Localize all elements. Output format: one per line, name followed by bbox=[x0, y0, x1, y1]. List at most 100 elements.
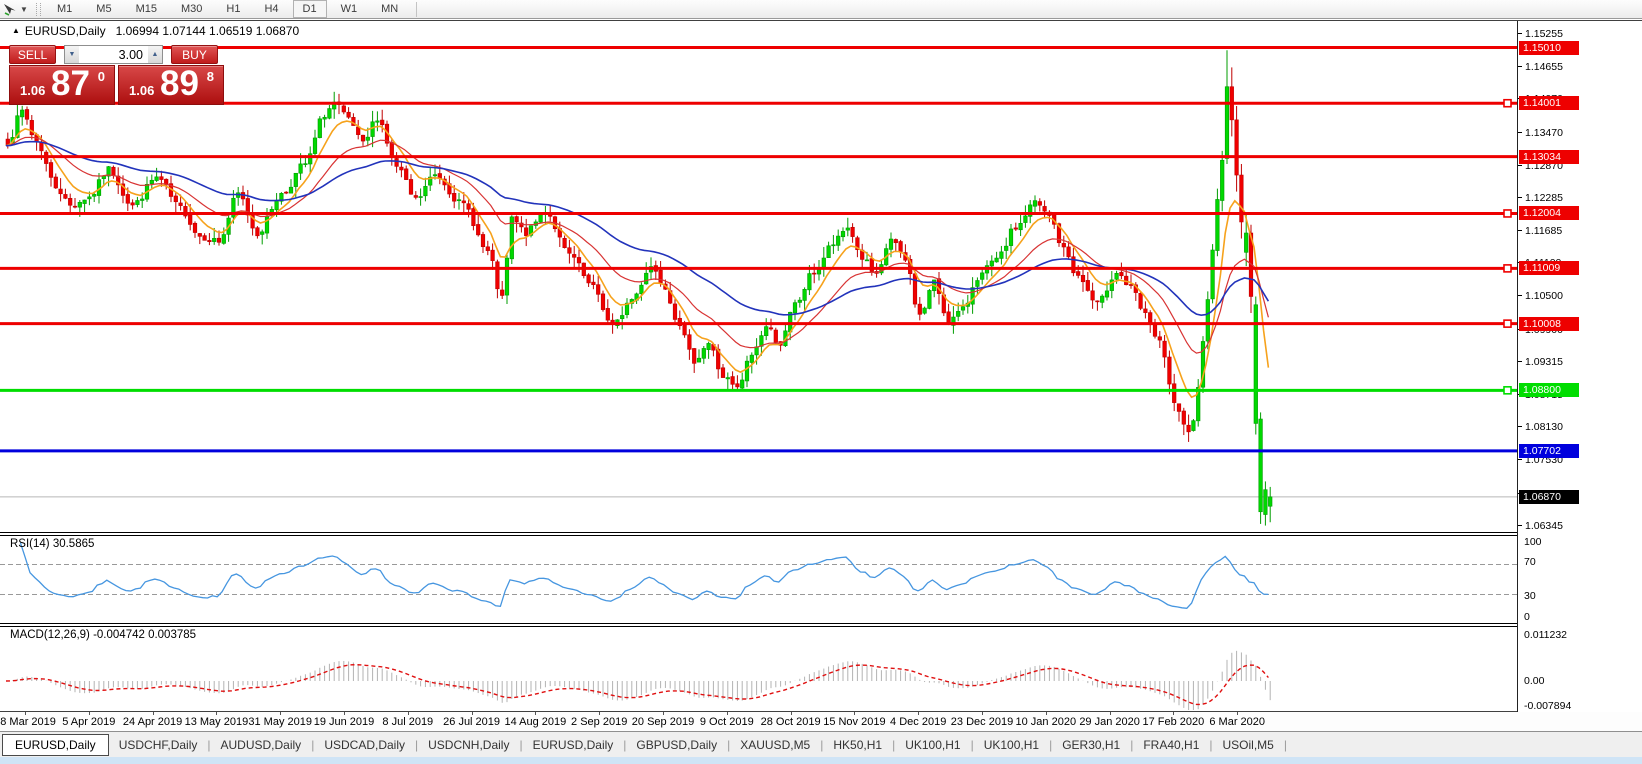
chevron-down-icon[interactable]: ▼ bbox=[18, 5, 30, 14]
sell-price-sup: 0 bbox=[98, 69, 105, 84]
volume-stepper: ▼ ▲ bbox=[64, 45, 163, 64]
tab-uk100-h1[interactable]: UK100,H1 bbox=[974, 735, 1049, 755]
chart-window[interactable]: ▲EURUSD,Daily1.06994 1.07144 1.06519 1.0… bbox=[0, 20, 1642, 712]
date-label: 28 Oct 2019 bbox=[761, 716, 821, 728]
chart-ohlc-values: 1.06994 1.07144 1.06519 1.06870 bbox=[116, 24, 300, 38]
rsi-indicator-plot[interactable] bbox=[0, 536, 1517, 623]
date-tick bbox=[982, 712, 983, 715]
price-level-label: 1.12004 bbox=[1519, 206, 1579, 220]
date-label: 17 Feb 2020 bbox=[1143, 716, 1205, 728]
date-label: 23 Dec 2019 bbox=[951, 716, 1013, 728]
date-tick bbox=[1046, 712, 1047, 715]
timeframe-button-m1[interactable]: M1 bbox=[47, 0, 82, 18]
macd-label: MACD(12,26,9) -0.004742 0.003785 bbox=[10, 629, 196, 641]
rsi-scale-label: 30 bbox=[1524, 590, 1536, 602]
date-tick bbox=[854, 712, 855, 715]
rsi-scale-label: 0 bbox=[1524, 611, 1530, 623]
toolbar-grip bbox=[36, 3, 41, 16]
tab-eurusd-daily[interactable]: EURUSD,Daily bbox=[523, 735, 624, 755]
collapse-icon[interactable]: ▲ bbox=[12, 26, 20, 35]
macd-scale-label: 0.00 bbox=[1524, 675, 1544, 687]
tab-separator: | bbox=[1284, 738, 1287, 752]
price-level-label: 1.08800 bbox=[1519, 383, 1579, 397]
tab-fra40-h1[interactable]: FRA40,H1 bbox=[1133, 735, 1209, 755]
price-axis-tick: 1.12285 bbox=[1518, 192, 1563, 204]
date-label: 14 Aug 2019 bbox=[504, 716, 566, 728]
sell-price-button[interactable]: 1.06 87 0 bbox=[9, 65, 115, 105]
timeframe-button-d1[interactable]: D1 bbox=[293, 0, 327, 18]
chart-tabs-bar: EURUSD,DailyUSDCHF,Daily|AUDUSD,Daily|US… bbox=[0, 731, 1642, 757]
buy-button[interactable]: BUY bbox=[171, 45, 218, 64]
tab-uk100-h1[interactable]: UK100,H1 bbox=[895, 735, 970, 755]
date-tick bbox=[472, 712, 473, 715]
tab-usdchf-daily[interactable]: USDCHF,Daily bbox=[109, 735, 208, 755]
tab-eurusd-daily[interactable]: EURUSD,Daily bbox=[2, 734, 109, 756]
date-label: 8 Jul 2019 bbox=[382, 716, 433, 728]
price-axis-tick: 1.08130 bbox=[1518, 421, 1563, 433]
toolbar: ▼ M1M5 M15M30H1H4 D1W1MN bbox=[0, 0, 1642, 19]
date-tick bbox=[25, 712, 26, 715]
date-label: 10 Jan 2020 bbox=[1016, 716, 1077, 728]
timeframe-button-m30[interactable]: M30 bbox=[171, 0, 212, 18]
tab-usdcnh-daily[interactable]: USDCNH,Daily bbox=[418, 735, 519, 755]
rsi-scale-label: 100 bbox=[1524, 536, 1542, 548]
timeframe-button-h4[interactable]: H4 bbox=[254, 0, 288, 18]
date-tick bbox=[918, 712, 919, 715]
tab-ger30-h1[interactable]: GER30,H1 bbox=[1052, 735, 1130, 755]
price-axis-tick: 1.09315 bbox=[1518, 356, 1563, 368]
date-label: 26 Jul 2019 bbox=[443, 716, 500, 728]
price-axis-tick: 1.06345 bbox=[1518, 520, 1563, 532]
date-label: 24 Apr 2019 bbox=[123, 716, 182, 728]
price-level-label: 1.10008 bbox=[1519, 317, 1579, 331]
date-tick bbox=[153, 712, 154, 715]
bottom-strip bbox=[0, 757, 1642, 764]
price-level-label: 1.11009 bbox=[1519, 261, 1579, 275]
sell-button[interactable]: SELL bbox=[9, 45, 56, 64]
date-axis: 18 Mar 20195 Apr 201924 Apr 201913 May 2… bbox=[0, 712, 1642, 731]
date-tick bbox=[663, 712, 664, 715]
price-axis-tick: 1.14655 bbox=[1518, 61, 1563, 73]
date-tick bbox=[408, 712, 409, 715]
date-tick bbox=[1237, 712, 1238, 715]
timeframe-button-m5[interactable]: M5 bbox=[86, 0, 121, 18]
tab-usdcad-daily[interactable]: USDCAD,Daily bbox=[314, 735, 415, 755]
price-axis-tick: 1.10500 bbox=[1518, 290, 1563, 302]
timeframe-button-w1[interactable]: W1 bbox=[331, 0, 368, 18]
timeframe-button-m15[interactable]: M15 bbox=[126, 0, 167, 18]
macd-scale-label: -0.007894 bbox=[1524, 700, 1571, 712]
volume-decrease-button[interactable]: ▼ bbox=[65, 46, 79, 63]
price-level-label: 1.14001 bbox=[1519, 96, 1579, 110]
tab-usoil-m5[interactable]: USOil,M5 bbox=[1213, 735, 1284, 755]
sell-price-prefix: 1.06 bbox=[20, 83, 45, 98]
date-tick bbox=[727, 712, 728, 715]
buy-price-sup: 8 bbox=[207, 69, 214, 84]
one-click-trading-panel: SELL ▼ ▲ BUY 1.06 87 0 1.06 89 8 bbox=[9, 45, 224, 105]
price-level-label: 1.13034 bbox=[1519, 150, 1579, 164]
tab-audusd-daily[interactable]: AUDUSD,Daily bbox=[211, 735, 312, 755]
timeframe-button-h1[interactable]: H1 bbox=[216, 0, 250, 18]
tab-gbpusd-daily[interactable]: GBPUSD,Daily bbox=[626, 735, 727, 755]
date-label: 5 Apr 2019 bbox=[62, 716, 115, 728]
timeframe-button-group: M1M5 M15M30H1H4 D1W1MN bbox=[45, 0, 410, 19]
date-label: 15 Nov 2019 bbox=[823, 716, 885, 728]
tab-hk50-h1[interactable]: HK50,H1 bbox=[823, 735, 892, 755]
volume-increase-button[interactable]: ▲ bbox=[148, 46, 162, 63]
price-axis-tick: 1.15255 bbox=[1518, 28, 1563, 40]
date-label: 20 Sep 2019 bbox=[632, 716, 694, 728]
buy-price-button[interactable]: 1.06 89 8 bbox=[118, 65, 224, 105]
macd-indicator-plot[interactable] bbox=[0, 627, 1517, 712]
date-tick bbox=[216, 712, 217, 715]
date-tick bbox=[1110, 712, 1111, 715]
timeframe-button-mn[interactable]: MN bbox=[371, 0, 408, 18]
price-chart-plot[interactable] bbox=[0, 21, 1517, 532]
toolbar-separator bbox=[416, 2, 417, 17]
price-level-label: 1.06870 bbox=[1519, 490, 1579, 504]
date-label: 2 Sep 2019 bbox=[571, 716, 627, 728]
macd-scale-label: 0.011232 bbox=[1524, 629, 1567, 641]
date-tick bbox=[535, 712, 536, 715]
price-axis: 1.152551.146551.140701.134701.128701.122… bbox=[1517, 21, 1642, 713]
tab-xauusd-m5[interactable]: XAUUSD,M5 bbox=[730, 735, 820, 755]
chart-title-bar: ▲EURUSD,Daily1.06994 1.07144 1.06519 1.0… bbox=[12, 24, 299, 38]
volume-input[interactable] bbox=[79, 46, 148, 63]
cursor-tool-icon[interactable] bbox=[2, 2, 18, 17]
